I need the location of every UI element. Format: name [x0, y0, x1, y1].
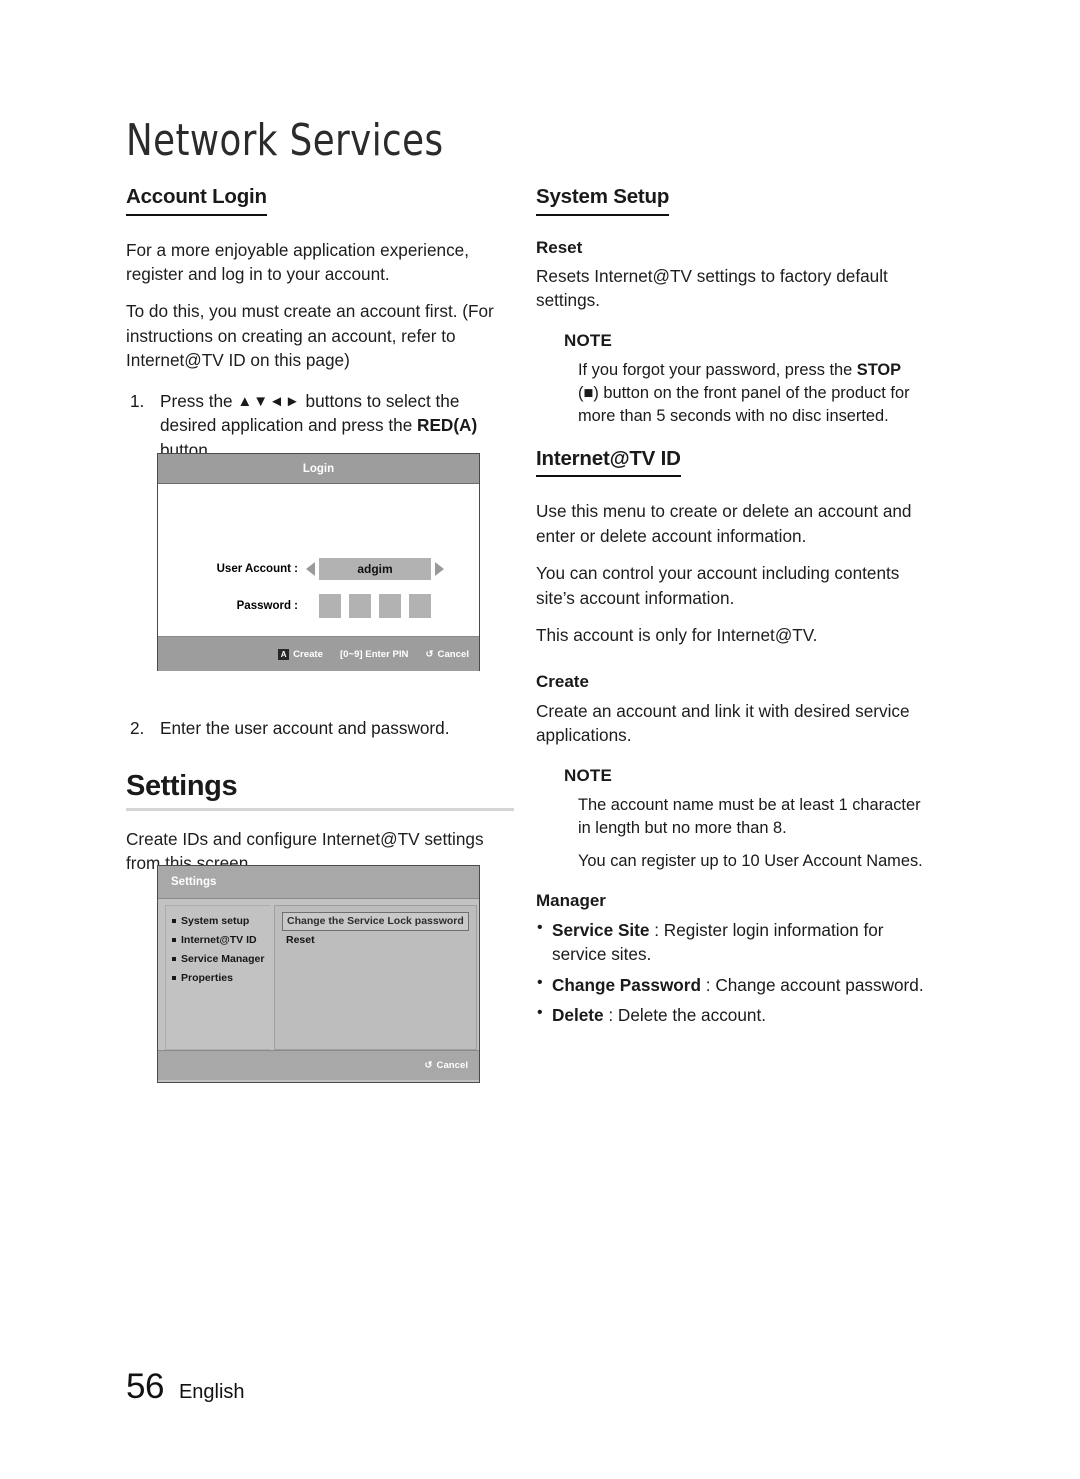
manager-item-delete-bold: Delete [552, 1005, 604, 1026]
settings-option-reset[interactable]: Reset [282, 931, 469, 946]
internet-tv-id-paragraph-1: Use this menu to create or delete an acc… [536, 501, 912, 546]
manager-item-change-password-bold: Change Password [552, 974, 701, 995]
login-dialog-footer: A Create [0~9] Enter PIN ↺ Cancel [158, 636, 479, 671]
system-setup-heading: System Setup [536, 185, 669, 216]
note-text-b: (■) button on the front panel of the pro… [578, 384, 910, 426]
create-action[interactable]: A Create [278, 648, 323, 660]
red-a-key-icon: A [278, 648, 290, 660]
note-create-line-1: The account name must be at least 1 char… [578, 795, 921, 837]
note-title: NOTE [564, 765, 613, 785]
step-1: 1. Press the ▲▼◄► buttons to select the … [126, 389, 514, 462]
manager-item-service-site: Service Site : Register login informatio… [536, 917, 924, 967]
create-text: Create an account and link it with desir… [536, 700, 910, 746]
note-block-create: NOTE The account name must be at least 1… [536, 766, 924, 874]
settings-menu-list: System setup Internet@TV ID Service Mana… [165, 905, 270, 1050]
return-icon: ↺ [424, 1060, 433, 1071]
settings-menu-item-internet-tv-id[interactable]: Internet@TV ID [172, 934, 270, 946]
dpad-arrows-icon: ▲▼◄► [237, 392, 301, 410]
step-1-number: 1. [130, 390, 145, 411]
settings-cancel-label: Cancel [436, 1060, 468, 1071]
enter-pin-action: [0~9] Enter PIN [340, 649, 409, 660]
arrow-left-icon[interactable] [306, 562, 315, 576]
manager-item-delete: Delete : Delete the account. [536, 1002, 924, 1027]
password-digit-2[interactable] [349, 594, 371, 618]
settings-screen-screenshot: Settings System setup Internet@TV ID Ser… [157, 865, 480, 1083]
manager-item-change-password: Change Password : Change account passwor… [536, 972, 924, 997]
page-footer: 56 English [126, 1367, 245, 1407]
settings-options-panel: Change the Service Lock password Reset [274, 905, 477, 1050]
settings-menu-item-service-manager[interactable]: Service Manager [172, 953, 270, 965]
note-title: NOTE [564, 330, 613, 350]
settings-heading: Settings [126, 770, 238, 803]
settings-screen-title: Settings [171, 876, 217, 888]
cancel-action-label: Cancel [437, 648, 469, 660]
login-dialog-screenshot: Login User Account : adgim Password : A … [157, 453, 480, 671]
password-digit-1[interactable] [319, 594, 341, 618]
enter-pin-label: [0~9] Enter PIN [339, 648, 409, 660]
password-row: Password : [158, 594, 479, 618]
step-2: 2. Enter the user account and password. [126, 716, 514, 740]
page-number: 56 [126, 1367, 164, 1406]
system-setup-heading-wrap: System Setup [536, 185, 924, 220]
manager-subheading: Manager [536, 891, 606, 911]
note-bold-stop: STOP [856, 360, 902, 379]
right-column: System Setup Reset Resets Internet@TV se… [536, 185, 924, 1034]
manager-item-delete-rest: : Delete the account. [603, 1005, 767, 1026]
create-subheading: Create [536, 672, 589, 692]
login-dialog-title: Login [302, 462, 335, 475]
password-label: Password : [236, 600, 298, 612]
reset-subheading: Reset [536, 237, 583, 257]
settings-menu-item-properties[interactable]: Properties [172, 972, 270, 984]
password-digit-4[interactable] [409, 594, 431, 618]
account-login-paragraph-1: For a more enjoyable application experie… [126, 239, 469, 284]
internet-tv-id-paragraph-2: You can control your account including c… [536, 563, 900, 608]
step-1-body: Press the ▲▼◄► buttons to select the des… [160, 389, 514, 462]
user-account-row: User Account : adgim [158, 558, 479, 580]
settings-screen-footer: ↺ Cancel [158, 1050, 479, 1080]
manual-page: Network Services Account Login For a mor… [0, 0, 1080, 1479]
manager-item-service-site-bold: Service Site [552, 919, 650, 940]
note-block-system-setup: NOTE If you forgot your password, press … [536, 331, 924, 429]
user-account-label: User Account : [216, 563, 298, 575]
manager-item-change-password-rest: : Change account password. [701, 974, 924, 995]
page-language: English [178, 1381, 245, 1403]
cancel-action[interactable]: ↺ Cancel [425, 649, 469, 660]
settings-screen-titlebar: Settings [158, 866, 479, 899]
login-dialog-body: User Account : adgim Password : [158, 484, 479, 636]
account-login-paragraph-2: To do this, you must create an account f… [126, 301, 494, 371]
arrow-right-icon[interactable] [435, 562, 444, 576]
step-2-body: Enter the user account and password. [160, 717, 450, 738]
reset-text: Resets Internet@TV settings to factory d… [536, 265, 888, 311]
password-input[interactable] [319, 594, 431, 618]
settings-menu-item-system-setup[interactable]: System setup [172, 915, 270, 927]
settings-heading-rule [126, 807, 514, 811]
manager-bullet-list: Service Site : Register login informatio… [536, 917, 924, 1028]
login-dialog-titlebar: Login [158, 454, 479, 484]
settings-option-change-service-lock-password[interactable]: Change the Service Lock password [282, 912, 469, 931]
step-2-number: 2. [130, 717, 145, 738]
return-icon: ↺ [425, 648, 434, 660]
account-login-heading-wrap: Account Login [126, 185, 514, 220]
page-title: Network Services [126, 115, 444, 166]
note-text-a: If you forgot your password, press the [578, 360, 857, 379]
internet-tv-id-paragraph-3: This account is only for Internet@TV. [536, 624, 818, 645]
step-1-bold-red-a: RED(A) [417, 415, 478, 436]
step-1-text-a: Press the [160, 390, 238, 411]
settings-cancel-action[interactable]: ↺ Cancel [424, 1060, 468, 1071]
internet-tv-id-heading: Internet@TV ID [536, 447, 681, 478]
note-text-system-setup: If you forgot your password, press the S… [578, 359, 924, 429]
create-action-label: Create [293, 648, 323, 660]
password-digit-3[interactable] [379, 594, 401, 618]
account-login-heading: Account Login [126, 185, 267, 216]
user-account-field[interactable]: adgim [319, 558, 431, 580]
settings-screen-content: System setup Internet@TV ID Service Mana… [158, 899, 479, 1050]
note-create-line-2: You can register up to 10 User Account N… [578, 852, 923, 871]
internet-tv-id-heading-wrap: Internet@TV ID [536, 447, 924, 482]
